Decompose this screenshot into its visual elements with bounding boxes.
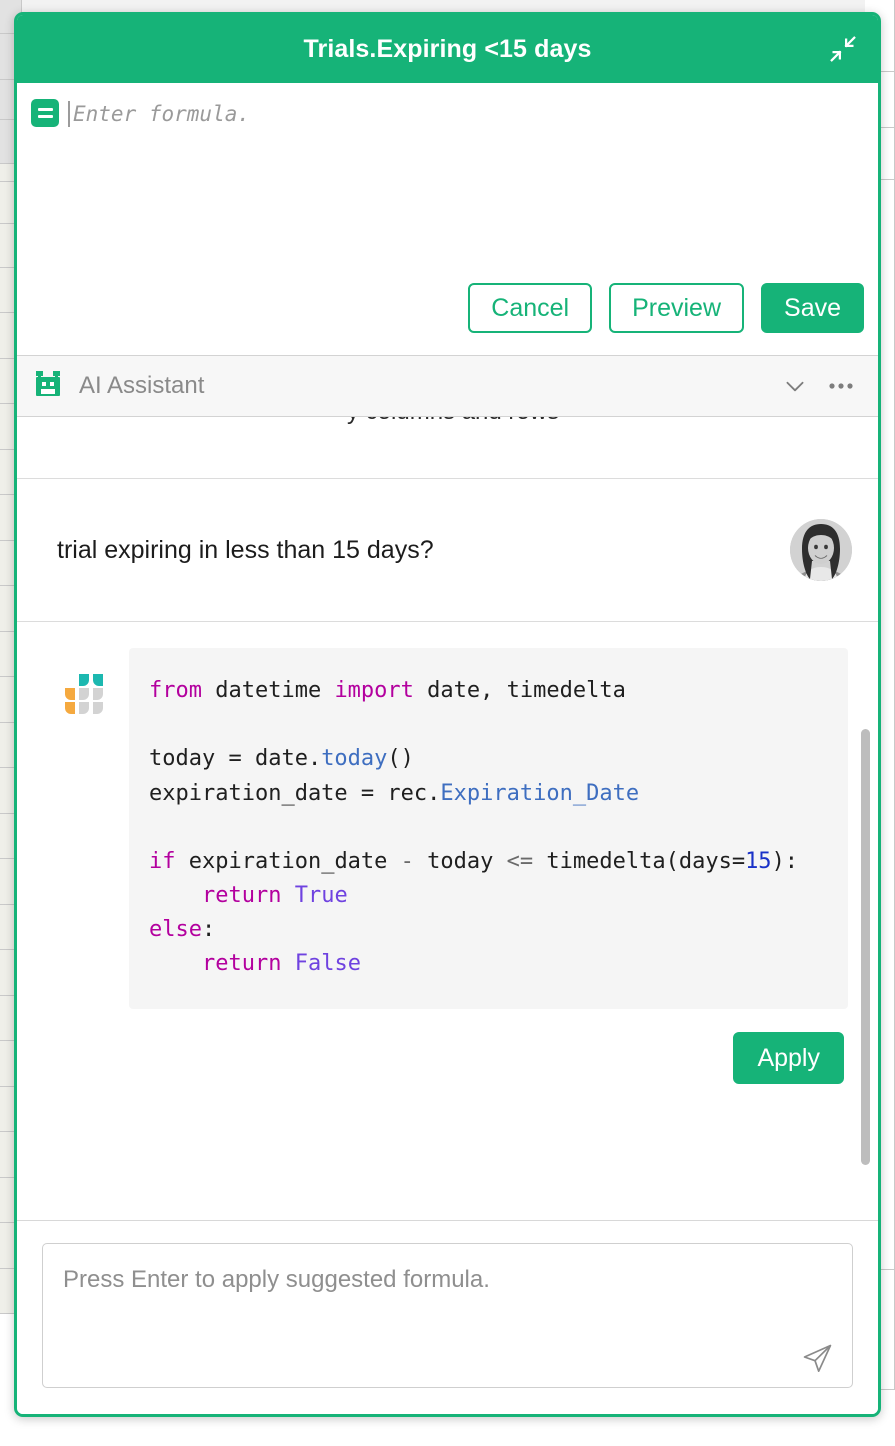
user-message-text: trial expiring in less than 15 days? [43, 536, 776, 565]
code-token: date, timedelta [414, 678, 626, 703]
grist-logo-icon [63, 670, 107, 719]
code-token: True [295, 883, 348, 908]
equals-icon [31, 99, 59, 127]
send-icon[interactable] [800, 1341, 834, 1375]
code-token [281, 883, 294, 908]
clipped-message-text: y columns and rows [347, 417, 559, 426]
user-avatar [790, 519, 852, 581]
code-token: ): [772, 849, 799, 874]
dialog-title-bar: Trials.Expiring <15 days [17, 15, 878, 83]
code-token: today [414, 849, 507, 874]
formula-input[interactable]: Enter formula. [68, 97, 862, 131]
text-caret [68, 101, 70, 127]
code-token: return [202, 951, 281, 976]
code-token [149, 883, 202, 908]
formula-editor-blank-space [31, 133, 862, 283]
ellipsis-icon[interactable] [826, 371, 856, 401]
formula-editor-dialog: Trials.Expiring <15 days Enter formula. … [14, 12, 881, 1417]
preview-button[interactable]: Preview [609, 283, 744, 333]
formula-input-row: Enter formula. [31, 97, 862, 133]
code-token: <= [507, 849, 534, 874]
ai-assistant-title: AI Assistant [79, 372, 764, 400]
ai-prompt-placeholder: Press Enter to apply suggested formula. [63, 1266, 490, 1293]
conversation-scrollbar[interactable] [861, 729, 870, 1165]
formula-editor-buttons: Cancel Preview Save [17, 283, 878, 355]
code-token: import [334, 678, 413, 703]
code-token: - [401, 849, 414, 874]
code-token: else [149, 917, 202, 942]
formula-placeholder: Enter formula. [73, 102, 250, 126]
code-token: datetime [202, 678, 334, 703]
formula-editor-area[interactable]: Enter formula. [17, 83, 878, 283]
code-token: expiration_date = rec. [149, 781, 440, 806]
code-token [149, 951, 202, 976]
ai-prompt-input[interactable]: Press Enter to apply suggested formula. [42, 1243, 853, 1388]
code-token: 15 [745, 849, 772, 874]
chat-message-clipped: y columns and rows [17, 417, 878, 479]
robot-icon [33, 369, 63, 404]
apply-button-row: Apply [17, 1009, 878, 1108]
ai-conversation-area: y columns and rows trial expiring in les… [17, 417, 878, 1220]
code-token: if [149, 849, 176, 874]
code-token [281, 951, 294, 976]
save-button[interactable]: Save [761, 283, 864, 333]
apply-button[interactable]: Apply [733, 1032, 844, 1084]
code-token: Expiration_Date [440, 781, 639, 806]
code-token: from [149, 678, 202, 703]
cancel-button[interactable]: Cancel [468, 283, 592, 333]
ai-prompt-section: Press Enter to apply suggested formula. [17, 1220, 878, 1414]
assistant-code-block: from datetime import date, timedelta tod… [129, 648, 848, 1009]
code-token: return [202, 883, 281, 908]
dialog-title: Trials.Expiring <15 days [304, 35, 592, 64]
code-token: today = date. [149, 746, 321, 771]
code-token: : [202, 917, 215, 942]
code-token: timedelta(days= [533, 849, 745, 874]
code-token: False [295, 951, 361, 976]
collapse-arrows-icon[interactable] [826, 32, 860, 66]
chat-message-assistant: from datetime import date, timedelta tod… [17, 622, 878, 1009]
code-token: expiration_date [176, 849, 401, 874]
code-token: today [321, 746, 387, 771]
ai-assistant-header: AI Assistant [17, 355, 878, 417]
code-token: () [387, 746, 414, 771]
chat-message-user: trial expiring in less than 15 days? [17, 479, 878, 622]
chevron-down-icon[interactable] [780, 371, 810, 401]
